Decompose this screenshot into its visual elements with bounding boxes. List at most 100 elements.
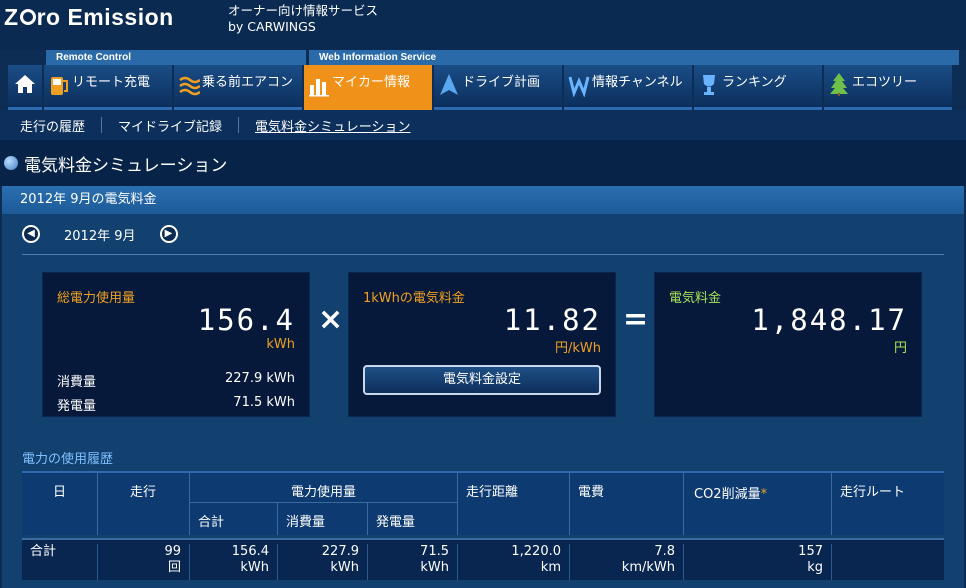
total-power-label: 総電力使用量 (57, 291, 136, 306)
nav-drive-plan[interactable]: ドライブ計画 (434, 65, 562, 110)
page-title: 電気料金シミュレーション (24, 155, 228, 176)
cell-co2-value: 157 (798, 544, 823, 559)
subnav-drive-history[interactable]: 走行の履歴 (20, 116, 85, 135)
cell-total-value: 156.4 (231, 544, 269, 559)
col-power-group: 電力使用量 (190, 473, 458, 503)
navigation-arrow-icon (440, 74, 458, 95)
multiply-operator: × (318, 302, 344, 337)
cost-value: 1,848.17 (751, 303, 907, 337)
prev-month-button[interactable]: ◀ (22, 225, 40, 243)
bar-chart-icon (309, 79, 329, 97)
nav-remote-charge[interactable]: リモート充電 (44, 65, 172, 110)
service-subtitle: オーナー向け情報サービス by CARWINGS (228, 3, 378, 35)
home-icon (15, 75, 35, 93)
aircon-waves-icon (179, 76, 200, 96)
cell-total-unit: kWh (240, 560, 269, 575)
rate-value: 11.82 (503, 303, 601, 337)
cell-generation: 71.5 kWh (368, 544, 458, 580)
cell-efficiency-value: 7.8 (654, 544, 675, 559)
history-tab[interactable]: 電力の使用履歴 (22, 448, 114, 473)
cell-efficiency-unit: km/kWh (621, 560, 675, 575)
cell-trips-value: 99 (164, 544, 181, 559)
chevron-right-icon: ▶ (164, 228, 173, 239)
cell-generation-unit: kWh (420, 560, 449, 575)
rate-unit: 円/kWh (554, 341, 601, 356)
nav-pre-aircon[interactable]: 乗る前エアコン (174, 65, 302, 110)
col-co2-label: CO2削減量 (694, 487, 761, 502)
cell-distance-unit: km (540, 560, 561, 575)
main-panel: 2012年 9月の電気料金 ◀ 2012年 9月 ▶ 総電力使用量 156.4 … (2, 186, 964, 588)
divider (22, 254, 944, 255)
cell-total: 156.4 kWh (190, 544, 278, 580)
total-power-box: 総電力使用量 156.4 kWh 消費量 227.9 kWh 発電量 71.5 … (42, 272, 310, 417)
cell-efficiency: 7.8 km/kWh (570, 544, 684, 580)
tree-icon (830, 73, 848, 96)
generation-label: 発電量 (57, 399, 97, 414)
col-power-total: 合計 (190, 503, 278, 535)
col-day: 日 (22, 473, 98, 535)
main-nav: リモート充電 乗る前エアコン マイカー情報 ドライブ計画 情報チャンネル ランキ… (8, 65, 960, 110)
cell-consumption-value: 227.9 (321, 544, 359, 559)
nav-ranking[interactable]: ランキング (694, 65, 822, 110)
col-co2: CO2削減量* (684, 473, 832, 535)
cell-consumption: 227.9 kWh (278, 544, 368, 580)
nav-eco-tree[interactable]: エコツリー (824, 65, 952, 110)
cell-route (832, 544, 944, 580)
group-label-remote: Remote Control (46, 50, 306, 65)
nav-label: 乗る前エアコン (202, 75, 294, 90)
subnav-divider (101, 117, 103, 133)
nav-info-channel[interactable]: 情報チャンネル (564, 65, 692, 110)
channel-w-icon (568, 76, 590, 97)
cell-trips-unit: 回 (167, 560, 181, 575)
chevron-left-icon: ◀ (27, 228, 35, 239)
rate-label: 1kWhの電気料金 (363, 291, 465, 306)
cell-co2: 157 kg (684, 544, 832, 580)
history-table-header: 日 走行 電力使用量 合計 消費量 発電量 走行距離 電費 CO2削減量* 走行… (22, 473, 944, 535)
nav-home[interactable] (8, 65, 42, 110)
nav-label: ドライブ計画 (462, 75, 541, 90)
nav-label: リモート充電 (72, 75, 151, 90)
cost-unit: 円 (893, 341, 907, 356)
cell-distance: 1,220.0 km (458, 544, 570, 580)
equals-operator: = (623, 302, 649, 337)
generation-value: 71.5 kWh (233, 395, 295, 410)
nav-mycar-info[interactable]: マイカー情報 (304, 65, 432, 110)
subtitle-line1: オーナー向け情報サービス (228, 3, 379, 18)
col-route: 走行ルート (840, 485, 906, 500)
cell-label: 合計 (22, 544, 98, 580)
subtitle-line2: by CARWINGS (228, 19, 316, 34)
cost-box: 電気料金 1,848.17 円 (654, 272, 922, 417)
cell-distance-value: 1,220.0 (511, 544, 561, 559)
total-power-unit: kWh (266, 337, 295, 352)
rate-box: 1kWhの電気料金 11.82 円/kWh 電気料金設定 (348, 272, 616, 417)
generation-row: 発電量 71.5 kWh (57, 395, 295, 414)
page-title-bar: 電気料金シミュレーション (0, 140, 966, 186)
col-efficiency: 電費 (570, 473, 684, 535)
subnav-electricity-simulation[interactable]: 電気料金シミュレーション (255, 116, 410, 135)
col-co2-star: * (760, 487, 768, 502)
nav-label: 情報チャンネル (592, 75, 683, 90)
trophy-icon (703, 75, 715, 95)
subnav-my-drive-record[interactable]: マイドライブ記録 (118, 116, 222, 135)
charge-plug-icon (51, 77, 68, 95)
table-row-total: 合計 99 回 156.4 kWh 227.9 kWh 71.5 kWh 1,2… (22, 538, 944, 580)
col-power-consumption: 消費量 (278, 503, 368, 535)
nav-label: エコツリー (852, 75, 918, 90)
panel-header: 2012年 9月の電気料金 (2, 186, 964, 214)
consumption-value: 227.9 kWh (225, 371, 295, 386)
consumption-label: 消費量 (57, 375, 97, 390)
title-bullet-icon (4, 156, 18, 170)
group-label-web: Web Information Service (309, 50, 959, 65)
col-distance: 走行距離 (458, 473, 570, 535)
consumption-row: 消費量 227.9 kWh (57, 371, 295, 390)
rate-setting-button[interactable]: 電気料金設定 (363, 365, 601, 395)
header: Zro Emission オーナー向け情報サービス by CARWINGS (0, 0, 966, 50)
cell-consumption-unit: kWh (330, 560, 359, 575)
col-power-generation: 発電量 (368, 503, 458, 535)
nav-label: ランキング (722, 75, 787, 90)
col-trips: 走行 (98, 473, 190, 535)
next-month-button[interactable]: ▶ (159, 225, 178, 243)
total-power-value: 156.4 (197, 303, 295, 337)
cell-trips: 99 回 (98, 544, 190, 580)
zero-emission-logo[interactable]: Zro Emission (4, 4, 174, 30)
